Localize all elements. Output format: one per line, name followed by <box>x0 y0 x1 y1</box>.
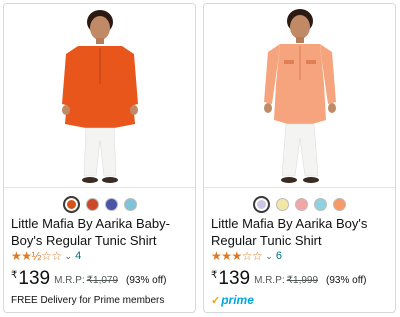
price[interactable]: 139 <box>218 268 250 289</box>
color-swatch[interactable] <box>295 197 308 211</box>
prime-badge: ✓ prime <box>211 293 254 307</box>
color-swatch[interactable] <box>123 197 137 211</box>
rating-row[interactable]: ★★★☆☆ ⌄ 6 <box>211 249 282 263</box>
color-swatch[interactable] <box>85 197 99 211</box>
color-swatches <box>4 195 195 213</box>
mrp-value: ₹1,079 <box>86 275 119 286</box>
rating-row[interactable]: ★★½☆☆ ⌄ 4 <box>11 249 81 263</box>
price-row: ₹ 139 M.R.P: ₹1,999 (93% off) <box>211 268 366 290</box>
rating-count-link[interactable]: 6 <box>276 250 282 262</box>
prime-check-icon: ✓ <box>211 294 221 307</box>
color-swatch[interactable] <box>104 197 118 211</box>
color-swatch[interactable] <box>253 195 270 213</box>
currency-symbol: ₹ <box>211 270 218 281</box>
star-rating-icon[interactable]: ★★½☆☆ <box>11 249 62 263</box>
price[interactable]: 139 <box>18 268 50 289</box>
mrp-label: M.R.P: <box>254 275 285 286</box>
price-row: ₹ 139 M.R.P: ₹1,079 (93% off) <box>11 268 166 290</box>
product-image[interactable] <box>4 4 195 188</box>
product-title-link[interactable]: Little Mafia By Aarika Baby-Boy's Regula… <box>11 215 191 249</box>
chevron-down-icon[interactable]: ⌄ <box>265 251 273 262</box>
chevron-down-icon[interactable]: ⌄ <box>65 251 73 262</box>
color-swatches <box>204 195 395 213</box>
currency-symbol: ₹ <box>11 270 18 281</box>
rating-count-link[interactable]: 4 <box>75 250 81 262</box>
color-swatch[interactable] <box>333 197 346 211</box>
discount-text: (93% off) <box>126 275 167 286</box>
color-swatch[interactable] <box>314 197 327 211</box>
product-card[interactable]: Little Mafia By Aarika Boy's Regular Tun… <box>203 3 396 313</box>
color-swatch[interactable] <box>62 195 80 213</box>
discount-text: (93% off) <box>326 275 367 286</box>
prime-label: prime <box>221 293 254 307</box>
mrp-label: M.R.P: <box>54 275 85 286</box>
star-rating-icon[interactable]: ★★★☆☆ <box>211 249 263 263</box>
product-title-link[interactable]: Little Mafia By Aarika Boy's Regular Tun… <box>211 215 391 249</box>
color-swatch[interactable] <box>276 197 289 211</box>
product-card[interactable]: Little Mafia By Aarika Baby-Boy's Regula… <box>3 3 196 313</box>
delivery-info: FREE Delivery for Prime members <box>11 295 165 306</box>
product-image[interactable] <box>204 4 395 188</box>
mrp-value: ₹1,999 <box>286 275 319 286</box>
